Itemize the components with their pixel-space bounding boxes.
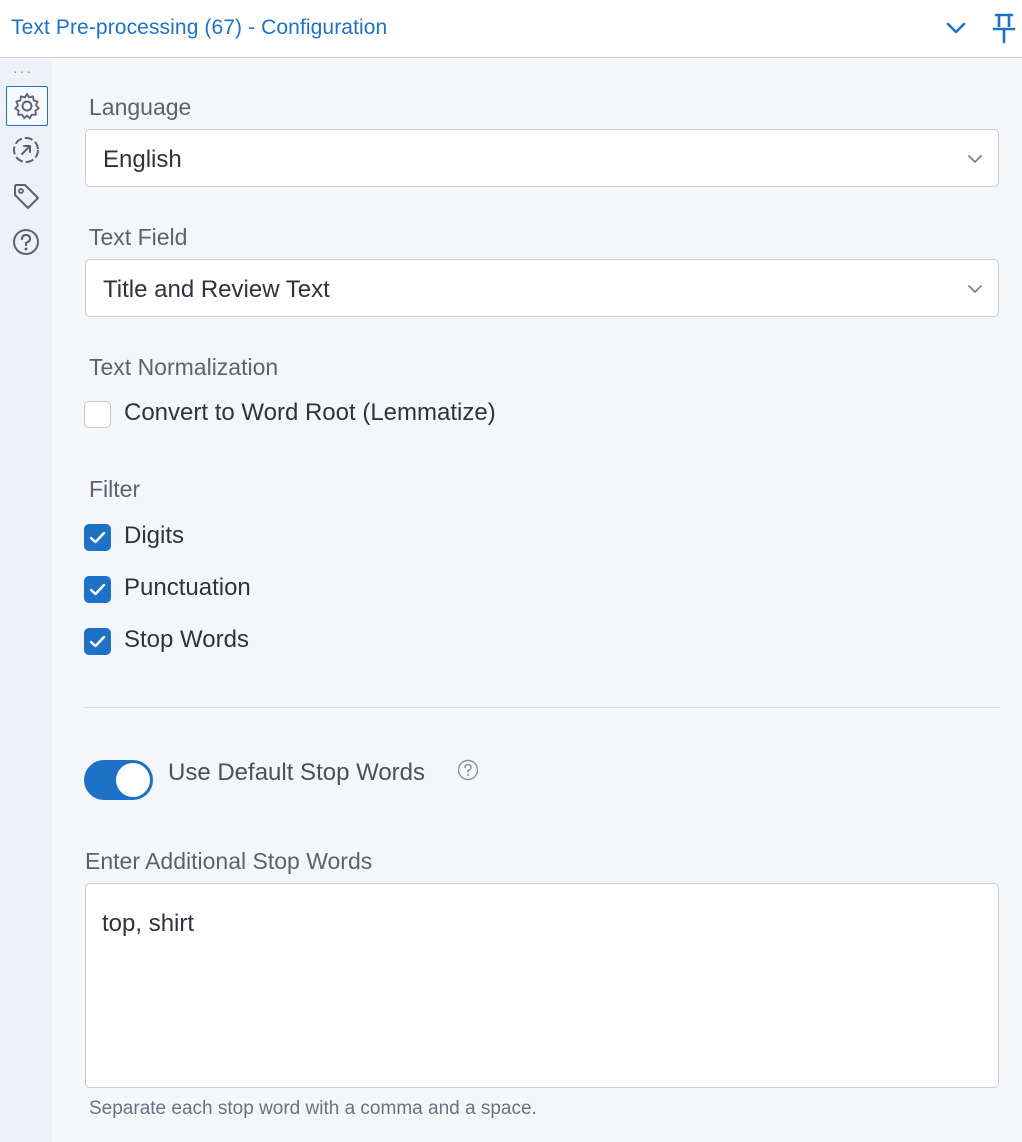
- checkmark-icon: [89, 635, 106, 648]
- rail-connections-button[interactable]: [6, 131, 48, 171]
- stop-words-label: Stop Words: [124, 626, 249, 653]
- lemmatize-label: Convert to Word Root (Lemmatize): [124, 399, 496, 426]
- checkmark-icon: [89, 583, 106, 596]
- panel-header: Text Pre-processing (67) - Configuration: [0, 0, 1022, 58]
- default-stop-words-toggle[interactable]: [84, 760, 153, 800]
- configuration-panel: Language English Text Field Title and Re…: [52, 59, 1022, 1142]
- panel-title: Text Pre-processing (67) - Configuration: [11, 16, 388, 39]
- additional-stop-words-input[interactable]: top, shirt: [85, 883, 999, 1088]
- stop-words-checkbox[interactable]: [84, 628, 111, 655]
- text-field-select[interactable]: Title and Review Text: [85, 259, 999, 317]
- help-icon: [13, 229, 39, 255]
- language-label: Language: [89, 94, 192, 120]
- help-icon[interactable]: [456, 758, 480, 782]
- pin-icon[interactable]: [990, 12, 1018, 44]
- additional-stop-words-value: top, shirt: [102, 910, 195, 937]
- punctuation-label: Punctuation: [124, 574, 251, 601]
- filter-label: Filter: [89, 476, 141, 502]
- text-normalization-label: Text Normalization: [89, 354, 279, 380]
- text-field-label: Text Field: [89, 224, 188, 250]
- gear-icon: [14, 93, 40, 120]
- lemmatize-checkbox[interactable]: [84, 401, 111, 428]
- rail-help-button[interactable]: [6, 223, 48, 263]
- chevron-down-icon: [968, 155, 982, 163]
- chevron-down-icon: [968, 285, 982, 293]
- side-rail: ···: [0, 59, 52, 1142]
- toggle-knob: [116, 763, 150, 797]
- punctuation-checkbox[interactable]: [84, 576, 111, 603]
- section-divider: [85, 707, 1000, 708]
- tag-icon: [14, 184, 39, 209]
- text-field-value: Title and Review Text: [103, 276, 330, 303]
- more-dots-icon[interactable]: ···: [13, 64, 33, 78]
- default-stop-words-label: Use Default Stop Words: [168, 759, 426, 786]
- checkmark-icon: [89, 531, 106, 544]
- connection-arrow-icon: [13, 137, 39, 163]
- rail-configuration-button[interactable]: [6, 86, 48, 126]
- stop-words-hint: Separate each stop word with a comma and…: [89, 1098, 537, 1119]
- language-select[interactable]: English: [85, 129, 999, 187]
- chevron-down-icon[interactable]: [944, 16, 968, 40]
- rail-annotation-button[interactable]: [6, 177, 48, 217]
- language-value: English: [103, 146, 182, 173]
- additional-stop-words-label: Enter Additional Stop Words: [85, 848, 373, 874]
- digits-checkbox[interactable]: [84, 524, 111, 551]
- digits-label: Digits: [124, 522, 185, 549]
